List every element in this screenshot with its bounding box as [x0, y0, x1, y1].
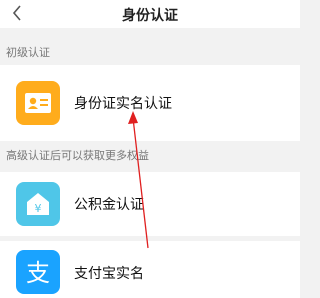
top-nav-bar: 身份认证 [0, 0, 300, 28]
item-label: 身份证实名认证 [74, 96, 172, 112]
svg-text:¥: ¥ [35, 202, 42, 215]
list-item-id-card[interactable]: 身份证实名认证 [0, 65, 300, 141]
housing-fund-icon: ¥ [16, 182, 60, 226]
item-label: 支付宝实名 [74, 266, 144, 282]
section-label-basic: 初级认证 [6, 46, 50, 59]
page-title: 身份认证 [122, 8, 178, 24]
alipay-icon: 支 [16, 250, 60, 294]
id-card-icon [16, 81, 60, 125]
item-label: 公积金认证 [74, 197, 144, 213]
svg-text:支: 支 [26, 259, 50, 287]
section-label-advanced: 高级认证后可以获取更多权益 [6, 149, 149, 162]
list-item-housing-fund[interactable]: ¥ 公积金认证 [0, 172, 300, 236]
list-item-alipay[interactable]: 支 支付宝实名 [0, 241, 300, 298]
